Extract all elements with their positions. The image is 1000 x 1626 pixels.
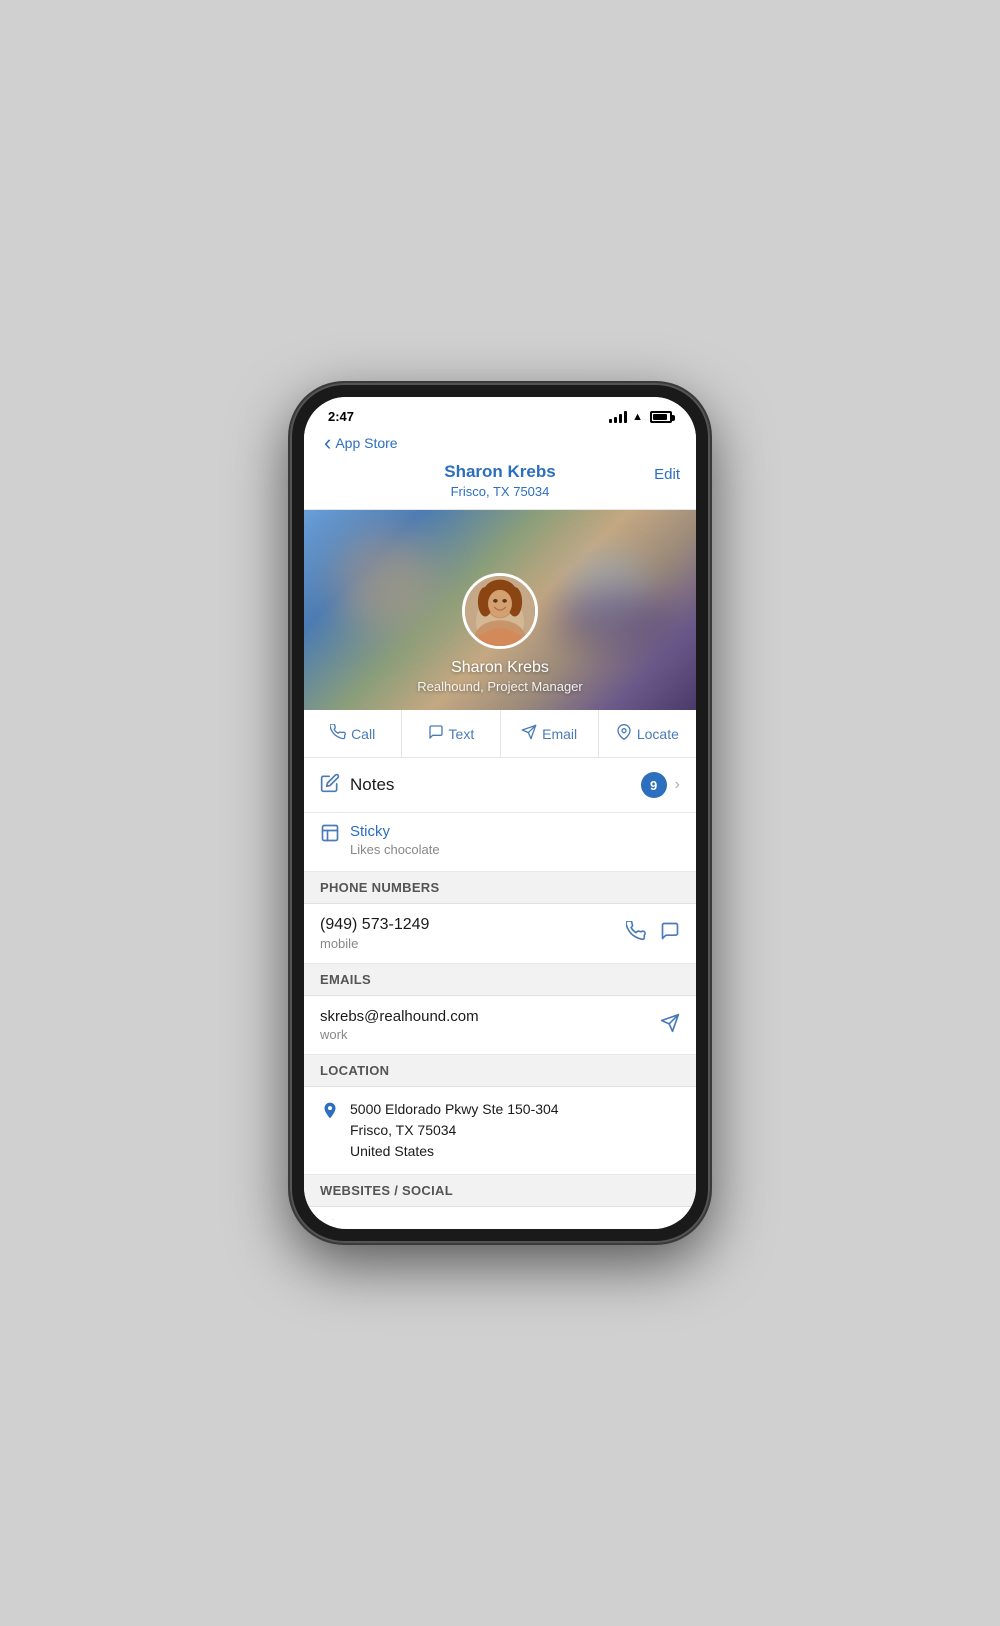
email-entry: skrebs@realhound.com work bbox=[304, 996, 696, 1055]
websites-section-header: WEBSITES / SOCIAL bbox=[304, 1175, 696, 1207]
phone-number: (949) 573-1249 bbox=[320, 916, 626, 934]
contact-location: Frisco, TX 75034 bbox=[364, 484, 636, 499]
location-text: 5000 Eldorado Pkwy Ste 150-304 Frisco, T… bbox=[350, 1099, 559, 1162]
location-entry[interactable]: 5000 Eldorado Pkwy Ste 150-304 Frisco, T… bbox=[304, 1087, 696, 1175]
notes-label: Notes bbox=[350, 775, 641, 795]
wifi-icon: ▲ bbox=[632, 411, 643, 423]
hero-section: Sharon Krebs Realhound, Project Manager bbox=[304, 510, 696, 710]
phone-screen: 2:47 ▲ ‹ App Store bbox=[304, 397, 696, 1229]
notes-row[interactable]: Notes 9 › bbox=[304, 758, 696, 813]
text-label: Text bbox=[449, 726, 475, 742]
locate-button[interactable]: Locate bbox=[599, 710, 696, 757]
signal-icon bbox=[609, 411, 627, 423]
call-label: Call bbox=[351, 726, 375, 742]
back-label: App Store bbox=[335, 435, 397, 451]
location-line2: Frisco, TX 75034 bbox=[350, 1122, 456, 1138]
contact-content: Notes 9 › Sticky Likes chocolate bbox=[304, 758, 696, 1220]
email-action-label: Email bbox=[542, 726, 577, 742]
hero-name: Sharon Krebs bbox=[451, 659, 549, 677]
email-address: skrebs@realhound.com bbox=[320, 1008, 660, 1025]
send-email-icon[interactable] bbox=[660, 1013, 680, 1038]
contact-name: Sharon Krebs bbox=[364, 462, 636, 482]
location-line1: 5000 Eldorado Pkwy Ste 150-304 bbox=[350, 1101, 559, 1117]
location-pin-icon bbox=[320, 1101, 340, 1129]
status-bar: 2:47 ▲ bbox=[304, 397, 696, 430]
action-bar: Call Text Email bbox=[304, 710, 696, 758]
text-phone-icon[interactable] bbox=[660, 921, 680, 947]
sticky-text: Likes chocolate bbox=[350, 842, 440, 857]
phone-actions bbox=[626, 921, 680, 947]
location-line3: United States bbox=[350, 1143, 434, 1159]
sticky-title: Sticky bbox=[350, 823, 440, 840]
phone-entry: (949) 573-1249 mobile bbox=[304, 904, 696, 964]
phone-frame: 2:47 ▲ ‹ App Store bbox=[290, 383, 710, 1243]
email-type: work bbox=[320, 1027, 660, 1042]
notes-edit-icon bbox=[320, 773, 340, 798]
hero-title: Realhound, Project Manager bbox=[417, 679, 583, 694]
text-icon bbox=[428, 724, 444, 743]
notes-count-badge: 9 bbox=[641, 772, 667, 798]
location-section-header: LOCATION bbox=[304, 1055, 696, 1087]
status-time: 2:47 bbox=[328, 409, 354, 424]
sticky-row[interactable]: Sticky Likes chocolate bbox=[304, 813, 696, 872]
notes-chevron-icon: › bbox=[675, 776, 680, 794]
website-entry[interactable]: http://www.realhound.com bbox=[304, 1207, 696, 1220]
sticky-content: Sticky Likes chocolate bbox=[350, 823, 440, 857]
call-button[interactable]: Call bbox=[304, 710, 402, 757]
back-button[interactable]: ‹ App Store bbox=[324, 430, 398, 456]
email-section-header: EMAILS bbox=[304, 964, 696, 996]
status-icons: ▲ bbox=[609, 411, 672, 423]
locate-label: Locate bbox=[637, 726, 679, 742]
email-info: skrebs@realhound.com work bbox=[320, 1008, 660, 1042]
email-icon bbox=[521, 724, 537, 743]
avatar bbox=[462, 573, 538, 649]
text-button[interactable]: Text bbox=[402, 710, 500, 757]
phone-type: mobile bbox=[320, 936, 626, 951]
email-button[interactable]: Email bbox=[501, 710, 599, 757]
call-icon bbox=[330, 724, 346, 743]
phone-info: (949) 573-1249 mobile bbox=[320, 916, 626, 951]
link-icon bbox=[320, 1219, 338, 1220]
phone-section-header: PHONE NUMBERS bbox=[304, 872, 696, 904]
battery-icon bbox=[650, 411, 672, 423]
call-phone-icon[interactable] bbox=[626, 921, 646, 947]
sticky-icon bbox=[320, 823, 340, 848]
locate-icon bbox=[616, 724, 632, 743]
edit-button[interactable]: Edit bbox=[654, 466, 680, 483]
